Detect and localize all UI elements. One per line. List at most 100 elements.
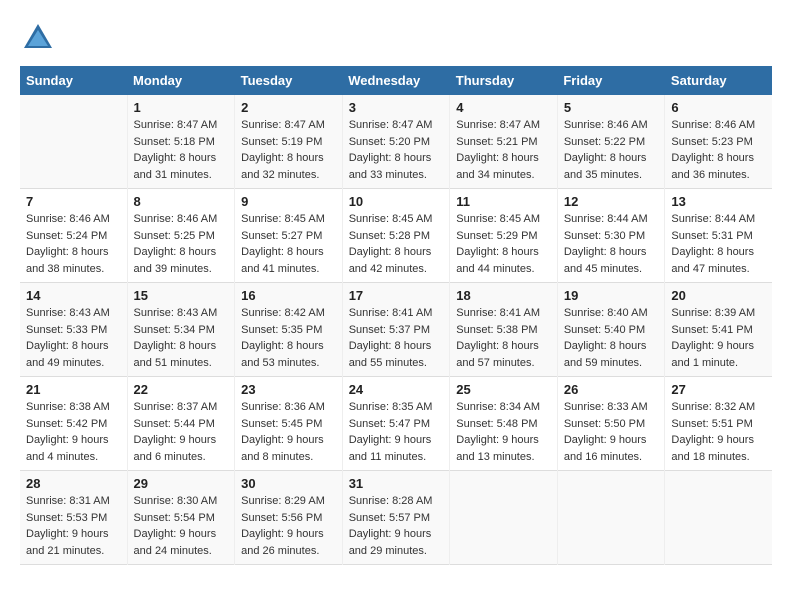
calendar-cell: 22 Sunrise: 8:37 AMSunset: 5:44 PMDayligh… bbox=[127, 377, 235, 471]
calendar-cell: 9 Sunrise: 8:45 AMSunset: 5:27 PMDaylight… bbox=[235, 189, 343, 283]
logo bbox=[20, 20, 60, 56]
day-number: 13 bbox=[671, 194, 766, 209]
day-number: 1 bbox=[134, 100, 229, 115]
calendar-cell bbox=[20, 95, 127, 189]
calendar-week-row: 1 Sunrise: 8:47 AMSunset: 5:18 PMDaylight… bbox=[20, 95, 772, 189]
day-number: 24 bbox=[349, 382, 444, 397]
calendar-cell: 3 Sunrise: 8:47 AMSunset: 5:20 PMDaylight… bbox=[342, 95, 450, 189]
calendar-cell: 28Sunrise: 8:31 AMSunset: 5:53 PMDayligh… bbox=[20, 471, 127, 565]
day-info: Sunrise: 8:47 AMSunset: 5:21 PMDaylight:… bbox=[456, 117, 551, 183]
calendar-cell: 14 Sunrise: 8:43 AMSunset: 5:33 PMDayligh… bbox=[20, 283, 127, 377]
day-info: Sunrise: 8:46 AMSunset: 5:22 PMDaylight:… bbox=[564, 117, 659, 183]
calendar-header-row: SundayMondayTuesdayWednesdayThursdayFrid… bbox=[20, 66, 772, 95]
day-number: 11 bbox=[456, 194, 551, 209]
day-number: 6 bbox=[671, 100, 766, 115]
calendar-cell: 1 Sunrise: 8:47 AMSunset: 5:18 PMDaylight… bbox=[127, 95, 235, 189]
calendar-cell bbox=[557, 471, 665, 565]
day-number: 26 bbox=[564, 382, 659, 397]
calendar-cell: 23 Sunrise: 8:36 AMSunset: 5:45 PMDayligh… bbox=[235, 377, 343, 471]
day-info: Sunrise: 8:29 AMSunset: 5:56 PMDaylight:… bbox=[241, 493, 336, 559]
day-info: Sunrise: 8:42 AMSunset: 5:35 PMDaylight:… bbox=[241, 305, 336, 371]
day-info: Sunrise: 8:40 AMSunset: 5:40 PMDaylight:… bbox=[564, 305, 659, 371]
day-info: Sunrise: 8:45 AMSunset: 5:27 PMDaylight:… bbox=[241, 211, 336, 277]
day-number: 7 bbox=[26, 194, 121, 209]
weekday-header-sunday: Sunday bbox=[20, 66, 127, 95]
day-info: Sunrise: 8:36 AMSunset: 5:45 PMDaylight:… bbox=[241, 399, 336, 465]
day-info: Sunrise: 8:47 AMSunset: 5:18 PMDaylight:… bbox=[134, 117, 229, 183]
day-number: 29 bbox=[134, 476, 229, 491]
day-number: 4 bbox=[456, 100, 551, 115]
day-number: 3 bbox=[349, 100, 444, 115]
day-info: Sunrise: 8:43 AMSunset: 5:34 PMDaylight:… bbox=[134, 305, 229, 371]
calendar-cell: 29 Sunrise: 8:30 AMSunset: 5:54 PMDayligh… bbox=[127, 471, 235, 565]
calendar-cell: 31Sunrise: 8:28 AMSunset: 5:57 PMDayligh… bbox=[342, 471, 450, 565]
calendar-cell: 24Sunrise: 8:35 AMSunset: 5:47 PMDayligh… bbox=[342, 377, 450, 471]
calendar-cell bbox=[665, 471, 772, 565]
calendar-cell: 13 Sunrise: 8:44 AMSunset: 5:31 PMDayligh… bbox=[665, 189, 772, 283]
weekday-header-saturday: Saturday bbox=[665, 66, 772, 95]
day-info: Sunrise: 8:37 AMSunset: 5:44 PMDaylight:… bbox=[134, 399, 229, 465]
weekday-header-monday: Monday bbox=[127, 66, 235, 95]
weekday-header-tuesday: Tuesday bbox=[235, 66, 343, 95]
day-number: 8 bbox=[134, 194, 229, 209]
calendar-cell: 26 Sunrise: 8:33 AMSunset: 5:50 PMDayligh… bbox=[557, 377, 665, 471]
calendar-cell: 11 Sunrise: 8:45 AMSunset: 5:29 PMDayligh… bbox=[450, 189, 558, 283]
day-number: 28 bbox=[26, 476, 121, 491]
calendar-cell: 25 Sunrise: 8:34 AMSunset: 5:48 PMDayligh… bbox=[450, 377, 558, 471]
calendar-cell: 17Sunrise: 8:41 AMSunset: 5:37 PMDayligh… bbox=[342, 283, 450, 377]
day-number: 25 bbox=[456, 382, 551, 397]
day-number: 16 bbox=[241, 288, 336, 303]
day-number: 5 bbox=[564, 100, 659, 115]
day-number: 14 bbox=[26, 288, 121, 303]
day-info: Sunrise: 8:41 AMSunset: 5:38 PMDaylight:… bbox=[456, 305, 551, 371]
weekday-header-wednesday: Wednesday bbox=[342, 66, 450, 95]
day-info: Sunrise: 8:47 AMSunset: 5:20 PMDaylight:… bbox=[349, 117, 444, 183]
day-number: 9 bbox=[241, 194, 336, 209]
day-number: 27 bbox=[671, 382, 766, 397]
calendar-cell: 12 Sunrise: 8:44 AMSunset: 5:30 PMDayligh… bbox=[557, 189, 665, 283]
day-info: Sunrise: 8:33 AMSunset: 5:50 PMDaylight:… bbox=[564, 399, 659, 465]
calendar-cell: 4 Sunrise: 8:47 AMSunset: 5:21 PMDaylight… bbox=[450, 95, 558, 189]
calendar-cell: 8 Sunrise: 8:46 AMSunset: 5:25 PMDaylight… bbox=[127, 189, 235, 283]
weekday-header-friday: Friday bbox=[557, 66, 665, 95]
calendar-cell: 2Sunrise: 8:47 AMSunset: 5:19 PMDaylight… bbox=[235, 95, 343, 189]
day-number: 10 bbox=[349, 194, 444, 209]
day-info: Sunrise: 8:44 AMSunset: 5:31 PMDaylight:… bbox=[671, 211, 766, 277]
calendar-cell: 21 Sunrise: 8:38 AMSunset: 5:42 PMDayligh… bbox=[20, 377, 127, 471]
day-number: 30 bbox=[241, 476, 336, 491]
weekday-header-thursday: Thursday bbox=[450, 66, 558, 95]
day-info: Sunrise: 8:41 AMSunset: 5:37 PMDaylight:… bbox=[349, 305, 444, 371]
day-info: Sunrise: 8:47 AMSunset: 5:19 PMDaylight:… bbox=[241, 117, 336, 183]
calendar-cell: 20 Sunrise: 8:39 AMSunset: 5:41 PMDayligh… bbox=[665, 283, 772, 377]
calendar-week-row: 14 Sunrise: 8:43 AMSunset: 5:33 PMDayligh… bbox=[20, 283, 772, 377]
page-header bbox=[20, 20, 772, 56]
day-info: Sunrise: 8:44 AMSunset: 5:30 PMDaylight:… bbox=[564, 211, 659, 277]
day-info: Sunrise: 8:34 AMSunset: 5:48 PMDaylight:… bbox=[456, 399, 551, 465]
calendar-week-row: 21 Sunrise: 8:38 AMSunset: 5:42 PMDayligh… bbox=[20, 377, 772, 471]
day-number: 22 bbox=[134, 382, 229, 397]
day-info: Sunrise: 8:28 AMSunset: 5:57 PMDaylight:… bbox=[349, 493, 444, 559]
calendar-cell: 27Sunrise: 8:32 AMSunset: 5:51 PMDayligh… bbox=[665, 377, 772, 471]
calendar-cell: 16 Sunrise: 8:42 AMSunset: 5:35 PMDayligh… bbox=[235, 283, 343, 377]
day-number: 23 bbox=[241, 382, 336, 397]
calendar-cell: 19 Sunrise: 8:40 AMSunset: 5:40 PMDayligh… bbox=[557, 283, 665, 377]
day-info: Sunrise: 8:45 AMSunset: 5:29 PMDaylight:… bbox=[456, 211, 551, 277]
day-info: Sunrise: 8:39 AMSunset: 5:41 PMDaylight:… bbox=[671, 305, 766, 371]
day-info: Sunrise: 8:30 AMSunset: 5:54 PMDaylight:… bbox=[134, 493, 229, 559]
day-number: 21 bbox=[26, 382, 121, 397]
day-info: Sunrise: 8:45 AMSunset: 5:28 PMDaylight:… bbox=[349, 211, 444, 277]
day-number: 18 bbox=[456, 288, 551, 303]
day-info: Sunrise: 8:43 AMSunset: 5:33 PMDaylight:… bbox=[26, 305, 121, 371]
day-number: 19 bbox=[564, 288, 659, 303]
day-info: Sunrise: 8:46 AMSunset: 5:25 PMDaylight:… bbox=[134, 211, 229, 277]
day-info: Sunrise: 8:38 AMSunset: 5:42 PMDaylight:… bbox=[26, 399, 121, 465]
day-number: 15 bbox=[134, 288, 229, 303]
calendar-cell: 5 Sunrise: 8:46 AMSunset: 5:22 PMDaylight… bbox=[557, 95, 665, 189]
calendar-week-row: 28Sunrise: 8:31 AMSunset: 5:53 PMDayligh… bbox=[20, 471, 772, 565]
day-info: Sunrise: 8:46 AMSunset: 5:23 PMDaylight:… bbox=[671, 117, 766, 183]
day-number: 12 bbox=[564, 194, 659, 209]
calendar-cell: 18 Sunrise: 8:41 AMSunset: 5:38 PMDayligh… bbox=[450, 283, 558, 377]
calendar-cell: 30 Sunrise: 8:29 AMSunset: 5:56 PMDayligh… bbox=[235, 471, 343, 565]
day-number: 20 bbox=[671, 288, 766, 303]
calendar-cell: 10 Sunrise: 8:45 AMSunset: 5:28 PMDayligh… bbox=[342, 189, 450, 283]
